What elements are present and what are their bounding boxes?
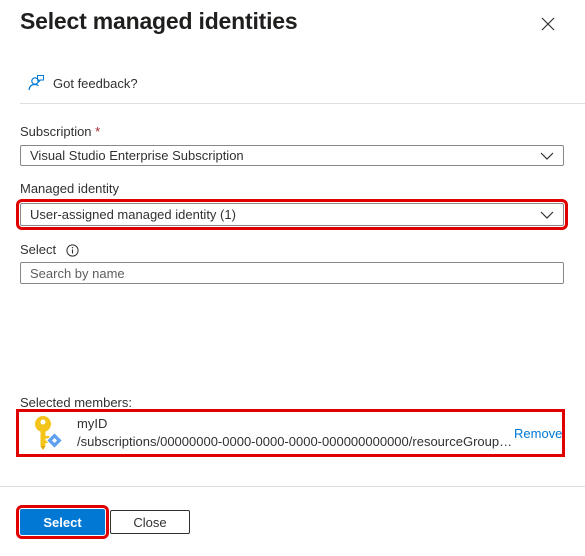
member-name: myID xyxy=(77,416,108,431)
subscription-label: Subscription * xyxy=(20,124,101,139)
search-input[interactable] xyxy=(30,265,563,281)
header-divider xyxy=(20,103,585,104)
select-button[interactable]: Select xyxy=(16,505,109,539)
member-resource-path: /subscriptions/00000000-0000-0000-0000-0… xyxy=(77,434,515,449)
panel-title: Select managed identities xyxy=(20,8,298,34)
managed-identity-key-icon xyxy=(35,416,62,450)
managed-identity-label: Managed identity xyxy=(20,181,120,196)
feedback-person-icon xyxy=(28,75,44,91)
selected-members-label: Selected members: xyxy=(20,395,132,410)
close-footer-button[interactable]: Close xyxy=(110,510,190,534)
feedback-link[interactable]: Got feedback? xyxy=(27,72,138,94)
search-field[interactable] xyxy=(20,262,564,284)
chevron-down-icon xyxy=(540,152,554,160)
managed-identity-dropdown[interactable]: User-assigned managed identity (1) xyxy=(16,199,568,230)
select-label: Select xyxy=(20,242,79,257)
remove-member-link[interactable]: Remove xyxy=(514,426,562,441)
subscription-dropdown[interactable]: Visual Studio Enterprise Subscription xyxy=(20,145,564,166)
subscription-value: Visual Studio Enterprise Subscription xyxy=(30,148,244,163)
close-button[interactable] xyxy=(538,14,558,34)
footer-divider xyxy=(0,486,585,487)
selected-member-item: myID /subscriptions/00000000-0000-0000-0… xyxy=(16,409,565,457)
required-indicator: * xyxy=(95,124,101,139)
chevron-down-icon xyxy=(540,211,554,219)
feedback-label: Got feedback? xyxy=(53,75,138,91)
managed-identity-value: User-assigned managed identity (1) xyxy=(30,207,236,222)
close-icon xyxy=(541,17,555,31)
info-icon[interactable] xyxy=(66,244,79,257)
